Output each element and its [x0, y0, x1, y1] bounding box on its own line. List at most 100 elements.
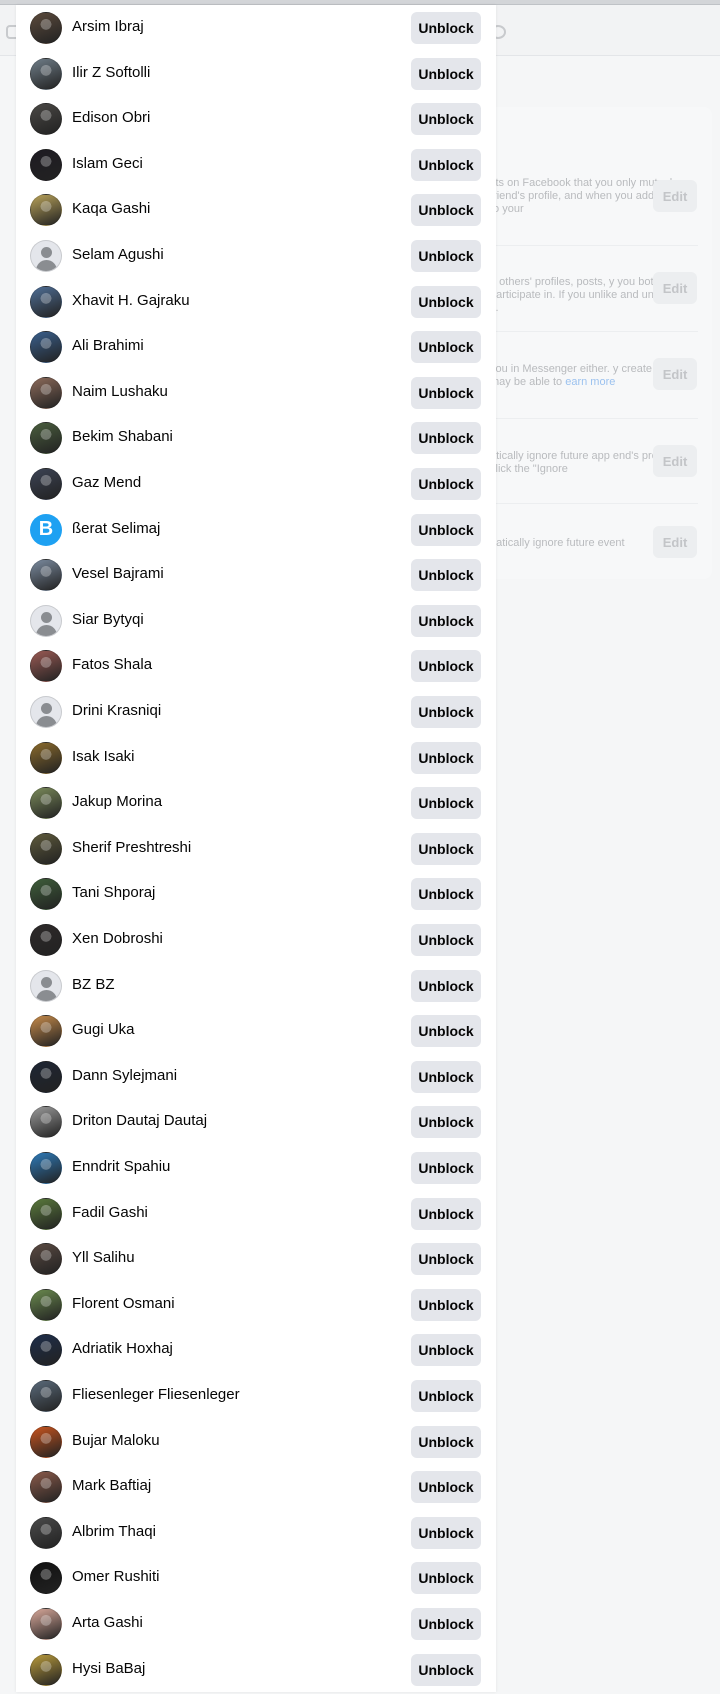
unblock-button[interactable]: Unblock: [411, 650, 481, 683]
avatar[interactable]: [30, 1106, 62, 1139]
unblock-button[interactable]: Unblock: [411, 1106, 481, 1139]
unblock-button[interactable]: Unblock: [411, 285, 481, 318]
unblock-button[interactable]: Unblock: [411, 696, 481, 728]
unblock-button[interactable]: Unblock: [411, 57, 481, 90]
unblock-button[interactable]: Unblock: [411, 787, 481, 820]
unblock-button[interactable]: Unblock: [411, 1471, 481, 1504]
avatar[interactable]: [30, 1380, 62, 1412]
avatar[interactable]: [30, 1334, 62, 1367]
edit-button[interactable]: Edit: [653, 180, 697, 212]
unblock-button[interactable]: Unblock: [411, 103, 481, 136]
edit-button[interactable]: Edit: [653, 272, 697, 304]
avatar[interactable]: [30, 1425, 62, 1458]
avatar[interactable]: [30, 240, 62, 272]
unblock-button[interactable]: Unblock: [411, 559, 481, 592]
blocked-user-name: Edison Obri: [72, 109, 151, 127]
avatar[interactable]: [30, 924, 62, 956]
blocked-user-name: Fatos Shala: [72, 656, 153, 674]
blocked-user-row: Fliesenleger Fliesenleger Unblock: [16, 1374, 496, 1420]
divider: [490, 331, 698, 332]
avatar[interactable]: B: [30, 513, 62, 546]
avatar[interactable]: [30, 103, 62, 136]
avatar[interactable]: [30, 285, 62, 318]
unblock-button[interactable]: Unblock: [411, 376, 481, 409]
blocked-user-row: Ilir Z Softolli Unblock: [16, 52, 496, 98]
unblock-button[interactable]: Unblock: [411, 1380, 481, 1412]
blocked-user-row: Fatos Shala Unblock: [16, 644, 496, 690]
unblock-button[interactable]: Unblock: [411, 1015, 481, 1048]
avatar[interactable]: [30, 468, 62, 500]
avatar[interactable]: [30, 878, 62, 911]
avatar[interactable]: [30, 1471, 62, 1504]
avatar[interactable]: [30, 969, 62, 1002]
avatar[interactable]: [30, 1562, 62, 1595]
avatar[interactable]: [30, 1152, 62, 1184]
blocked-user-row: Omer Rushiti Unblock: [16, 1556, 496, 1602]
unblock-button[interactable]: Unblock: [411, 468, 481, 500]
unblock-button[interactable]: Unblock: [411, 1608, 481, 1640]
avatar[interactable]: [30, 12, 62, 44]
avatar[interactable]: [30, 604, 62, 637]
unblock-button[interactable]: Unblock: [411, 1288, 481, 1321]
avatar[interactable]: [30, 1608, 62, 1640]
unblock-button[interactable]: Unblock: [411, 604, 481, 637]
avatar[interactable]: [30, 1243, 62, 1276]
blocked-user-name: Jakup Morina: [72, 793, 163, 811]
avatar[interactable]: [30, 194, 62, 227]
unblock-button[interactable]: Unblock: [411, 878, 481, 911]
unblock-button[interactable]: Unblock: [411, 1060, 481, 1093]
unblock-button[interactable]: Unblock: [411, 1152, 481, 1184]
blocked-user-row: Yll Salihu Unblock: [16, 1237, 496, 1283]
avatar[interactable]: [30, 1060, 62, 1093]
avatar[interactable]: [30, 696, 62, 728]
avatar[interactable]: [30, 331, 62, 364]
avatar[interactable]: [30, 1653, 62, 1686]
avatar[interactable]: [30, 1015, 62, 1048]
avatar[interactable]: [30, 422, 62, 455]
unblock-button[interactable]: Unblock: [411, 1197, 481, 1230]
unblock-button[interactable]: Unblock: [411, 422, 481, 455]
unblock-button[interactable]: Unblock: [411, 194, 481, 227]
blocked-user-name: Ilir Z Softolli: [72, 63, 151, 81]
unblock-button[interactable]: Unblock: [411, 1516, 481, 1549]
blocked-user-name: Xhavit H. Gajraku: [72, 291, 190, 309]
blocked-user-name: Omer Rushiti: [72, 1568, 160, 1586]
avatar[interactable]: [30, 741, 62, 774]
unblock-button[interactable]: Unblock: [411, 12, 481, 44]
blocked-user-row: Fadil Gashi Unblock: [16, 1192, 496, 1238]
unblock-button[interactable]: Unblock: [411, 969, 481, 1002]
unblock-button[interactable]: Unblock: [411, 1653, 481, 1686]
avatar[interactable]: [30, 1197, 62, 1230]
blocked-user-row: Bujar Maloku Unblock: [16, 1420, 496, 1466]
avatar[interactable]: [30, 57, 62, 90]
avatar[interactable]: [30, 1516, 62, 1549]
blocked-user-name: Vesel Bajrami: [72, 565, 164, 583]
avatar[interactable]: [30, 148, 62, 181]
unblock-button[interactable]: Unblock: [411, 1425, 481, 1458]
blocked-user-row: Bekim Shabani Unblock: [16, 416, 496, 462]
avatar[interactable]: [30, 1288, 62, 1321]
avatar[interactable]: [30, 832, 62, 865]
edit-button[interactable]: Edit: [653, 445, 697, 477]
unblock-button[interactable]: Unblock: [411, 832, 481, 865]
unblock-button[interactable]: Unblock: [411, 148, 481, 181]
blocked-user-row: Florent Osmani Unblock: [16, 1283, 496, 1329]
avatar[interactable]: [30, 559, 62, 592]
avatar[interactable]: [30, 650, 62, 683]
blocked-user-name: Gugi Uka: [72, 1021, 135, 1039]
edit-button[interactable]: Edit: [653, 358, 697, 390]
blocked-user-row: Enndrit Spahiu Unblock: [16, 1146, 496, 1192]
unblock-button[interactable]: Unblock: [411, 1243, 481, 1276]
edit-button[interactable]: Edit: [653, 526, 697, 558]
blocked-user-name: Islam Geci: [72, 154, 143, 172]
avatar[interactable]: [30, 787, 62, 820]
unblock-button[interactable]: Unblock: [411, 331, 481, 364]
learn-more-link[interactable]: earn more: [565, 376, 615, 388]
unblock-button[interactable]: Unblock: [411, 741, 481, 774]
unblock-button[interactable]: Unblock: [411, 924, 481, 956]
unblock-button[interactable]: Unblock: [411, 240, 481, 272]
unblock-button[interactable]: Unblock: [411, 1562, 481, 1595]
unblock-button[interactable]: Unblock: [411, 1334, 481, 1367]
unblock-button[interactable]: Unblock: [411, 513, 481, 546]
avatar[interactable]: [30, 376, 62, 409]
